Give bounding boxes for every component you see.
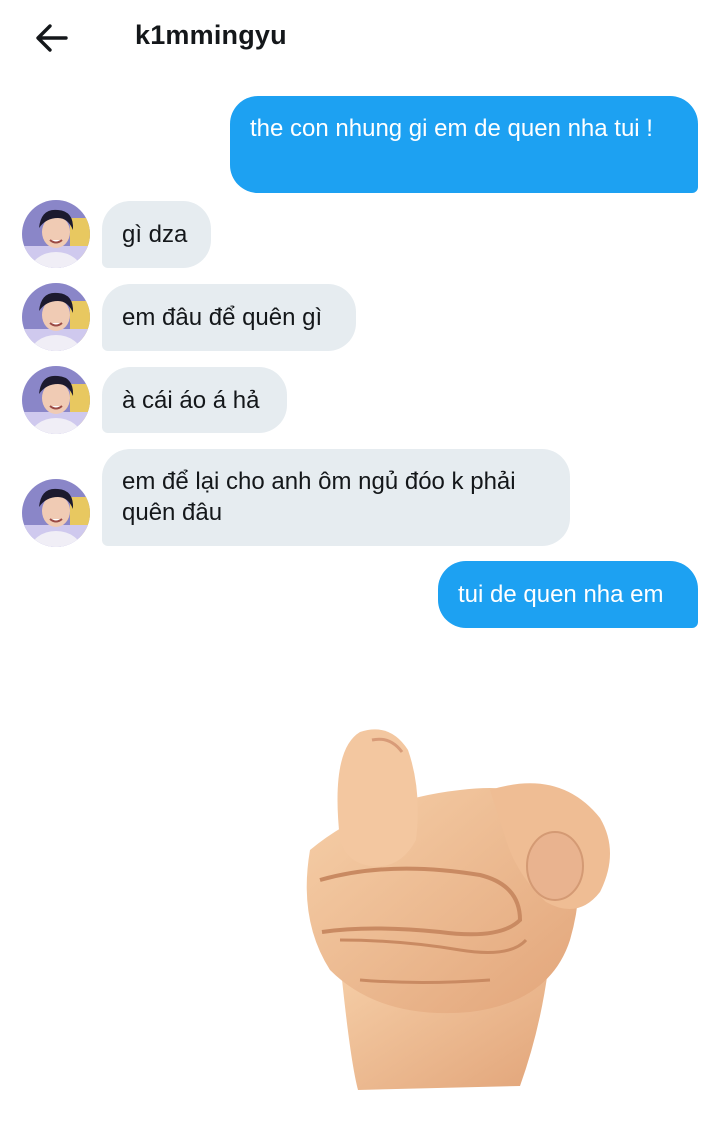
avatar[interactable] [22,366,90,434]
message-text: tui de quen nha em [458,581,664,608]
pointing-hand-sticker[interactable] [190,640,705,1126]
avatar[interactable] [22,479,90,547]
avatar-photo-icon [22,283,90,351]
message-bubble-sent[interactable]: the con nhung gi em de quen nha tui ! [230,96,698,193]
back-button[interactable] [30,18,74,58]
message-text: em đâu để quên gì [122,304,323,331]
message-text: the con nhung gi em de quen nha tui ! [250,115,653,142]
message-text: em để lại cho anh ôm ngủ đóo k phải quên… [122,468,516,526]
pointing-hand-icon [306,729,610,1090]
message-text: gì dza [122,221,188,248]
avatar-photo-icon [22,366,90,434]
message-bubble-received[interactable]: à cái áo á hả [102,367,287,433]
conversation-username[interactable]: k1mmingyu [135,20,287,51]
message-bubble-received[interactable]: em để lại cho anh ôm ngủ đóo k phải quên… [102,449,570,546]
message-text: à cái áo á hả [122,387,260,414]
message-bubble-received[interactable]: gì dza [102,201,211,268]
message-bubble-received[interactable]: em đâu để quên gì [102,284,356,351]
avatar-photo-icon [22,479,90,547]
chat-header: k1mmingyu [0,0,720,78]
message-bubble-sent[interactable]: tui de quen nha em [438,561,698,628]
avatar[interactable] [22,200,90,268]
avatar[interactable] [22,283,90,351]
avatar-photo-icon [22,200,90,268]
arrow-left-icon [36,24,68,52]
